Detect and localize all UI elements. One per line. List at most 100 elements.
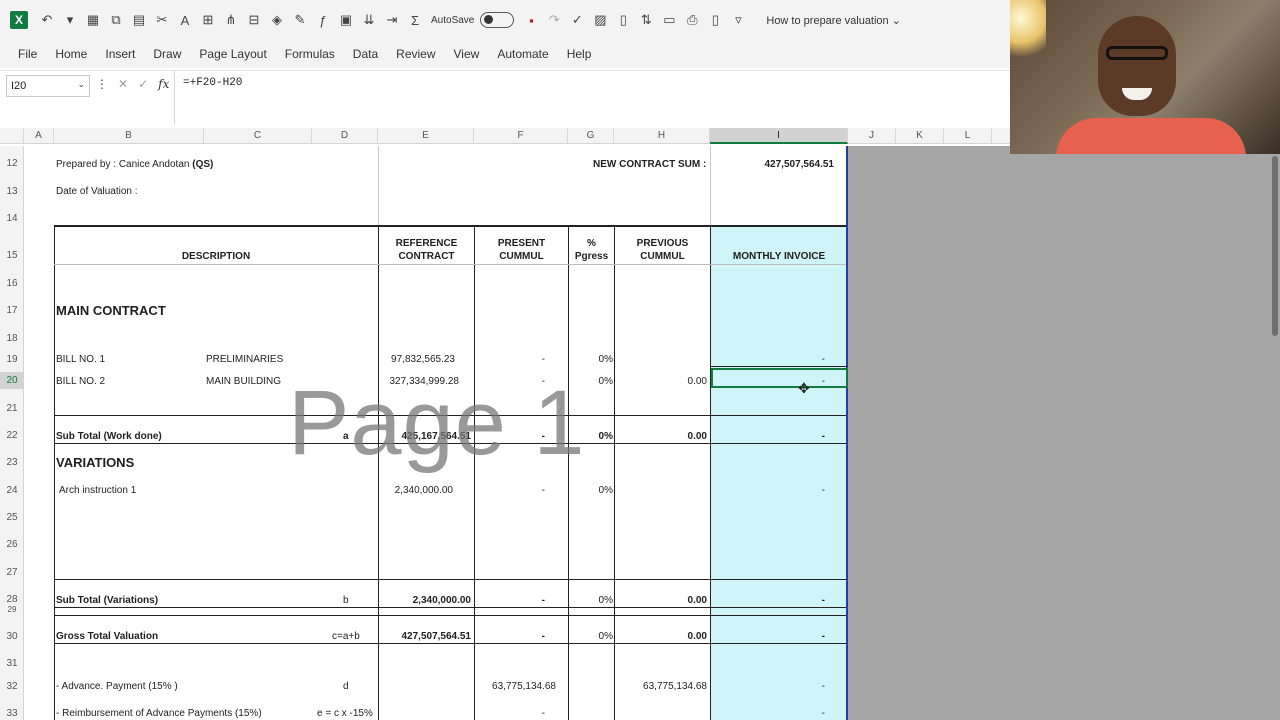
- bill1-pct[interactable]: 0%: [569, 354, 613, 365]
- tab-review[interactable]: Review: [396, 47, 435, 61]
- row-header[interactable]: 18: [0, 333, 24, 344]
- prepared-by-cell[interactable]: Prepared by : Canice Andotan (QS): [56, 159, 213, 170]
- row-header[interactable]: 32: [0, 681, 24, 692]
- tab-help[interactable]: Help: [567, 47, 592, 61]
- autosum-icon[interactable]: Σ: [404, 9, 426, 31]
- advance-payment-previous[interactable]: 63,775,134.68: [615, 681, 707, 692]
- delete-cells-icon[interactable]: ⊟: [243, 9, 265, 31]
- bill2-name[interactable]: MAIN BUILDING: [206, 376, 281, 387]
- row-header[interactable]: 19: [0, 354, 24, 365]
- row-header[interactable]: 22: [0, 430, 24, 441]
- bill2-previous[interactable]: 0.00: [615, 376, 707, 387]
- arch-instruction-monthly[interactable]: -: [711, 485, 825, 496]
- row-header[interactable]: 31: [0, 658, 24, 669]
- copy-icon[interactable]: ⧉: [105, 9, 127, 31]
- name-box[interactable]: I20 ⌄: [6, 75, 90, 97]
- tab-page-layout[interactable]: Page Layout: [199, 47, 266, 61]
- more-options-icon[interactable]: ⋮: [96, 77, 108, 91]
- advance-payment-label[interactable]: - Advance. Payment (15% ): [56, 681, 178, 692]
- chart-icon[interactable]: ▣: [335, 9, 357, 31]
- gross-total-label[interactable]: Gross Total Valuation: [56, 631, 158, 642]
- bill1-name[interactable]: PRELIMINARIES: [206, 354, 283, 365]
- tab-view[interactable]: View: [454, 47, 480, 61]
- subtotal-variations-pct[interactable]: 0%: [569, 595, 613, 606]
- tab-automate[interactable]: Automate: [497, 47, 548, 61]
- merge-icon[interactable]: ⊞: [197, 9, 219, 31]
- advance-payment-monthly[interactable]: -: [711, 681, 825, 692]
- tab-draw[interactable]: Draw: [153, 47, 181, 61]
- clear-format-icon[interactable]: ▤: [128, 9, 150, 31]
- header-reference-2[interactable]: CONTRACT: [379, 251, 474, 262]
- gross-total-previous[interactable]: 0.00: [615, 631, 707, 642]
- gross-total-present[interactable]: -: [475, 631, 545, 642]
- column-header[interactable]: K: [896, 128, 944, 144]
- formula-input[interactable]: =+F20-H20: [174, 71, 1010, 125]
- gross-total-reference[interactable]: 427,507,564.51: [379, 631, 471, 642]
- row-header[interactable]: 26: [0, 539, 24, 550]
- header-monthly-invoice[interactable]: MONTHLY INVOICE: [711, 251, 847, 262]
- row-header[interactable]: 17: [0, 305, 24, 316]
- bill1-monthly[interactable]: -: [711, 354, 825, 365]
- column-header[interactable]: H: [614, 128, 710, 144]
- row-header[interactable]: 16: [0, 278, 24, 289]
- row-header[interactable]: 29: [0, 605, 24, 614]
- row-header[interactable]: 21: [0, 403, 24, 414]
- print-preview-icon[interactable]: ▯: [704, 9, 726, 31]
- header-previous-2[interactable]: CUMMUL: [615, 251, 710, 262]
- arch-instruction-label[interactable]: Arch instruction 1: [59, 485, 136, 496]
- open-folder-icon[interactable]: ▭: [658, 9, 680, 31]
- column-header[interactable]: E: [378, 128, 474, 144]
- print-icon[interactable]: ⎙: [681, 9, 703, 31]
- column-header[interactable]: G: [568, 128, 614, 144]
- bill2-number[interactable]: BILL NO. 2: [56, 376, 105, 387]
- subtotal-work-monthly[interactable]: -: [711, 431, 825, 442]
- autosave-toggle[interactable]: [480, 12, 515, 28]
- row-header[interactable]: 14: [0, 213, 24, 224]
- row-header[interactable]: 25: [0, 512, 24, 523]
- arch-instruction-present[interactable]: -: [475, 485, 545, 496]
- save-icon[interactable]: ▪: [520, 9, 542, 31]
- clear-icon[interactable]: A: [174, 9, 196, 31]
- row-header[interactable]: 12: [0, 158, 24, 169]
- tab-formulas[interactable]: Formulas: [285, 47, 335, 61]
- bill1-number[interactable]: BILL NO. 1: [56, 354, 105, 365]
- new-contract-label[interactable]: NEW CONTRACT SUM :: [593, 159, 706, 170]
- column-header-selected[interactable]: I: [710, 128, 848, 144]
- row-header[interactable]: 27: [0, 567, 24, 578]
- row-header[interactable]: 28: [0, 594, 24, 605]
- cancel-icon[interactable]: ✕: [118, 77, 128, 91]
- subtotal-variations-previous[interactable]: 0.00: [615, 595, 707, 606]
- undo-dropdown-icon[interactable]: ▾: [59, 9, 81, 31]
- arch-instruction-pct[interactable]: 0%: [569, 485, 613, 496]
- variations-heading[interactable]: VARIATIONS: [56, 455, 134, 470]
- column-header[interactable]: L: [944, 128, 992, 144]
- bill1-present[interactable]: -: [475, 354, 545, 365]
- row-header[interactable]: 30: [0, 631, 24, 642]
- row-header[interactable]: 13: [0, 186, 24, 197]
- tab-data[interactable]: Data: [353, 47, 378, 61]
- new-contract-value[interactable]: 427,507,564.51: [712, 159, 834, 170]
- reimbursement-code[interactable]: e = c x -15%: [317, 708, 373, 719]
- column-header[interactable]: F: [474, 128, 568, 144]
- subtotal-variations-reference[interactable]: 2,340,000.00: [379, 595, 471, 606]
- customize-toolbar-icon[interactable]: ▿: [727, 9, 749, 31]
- column-header[interactable]: J: [848, 128, 896, 144]
- subtotal-work-label[interactable]: Sub Total (Work done): [56, 431, 162, 442]
- header-pct-2[interactable]: Pgress: [569, 251, 614, 262]
- main-contract-heading[interactable]: MAIN CONTRACT: [56, 303, 166, 318]
- subtotal-variations-code[interactable]: b: [343, 595, 349, 606]
- column-header[interactable]: D: [312, 128, 378, 144]
- insert-function-icon[interactable]: ƒ: [312, 9, 334, 31]
- format-painter-icon[interactable]: ✎: [289, 9, 311, 31]
- tab-home[interactable]: Home: [55, 47, 87, 61]
- row-header[interactable]: 15: [0, 250, 24, 261]
- row-header[interactable]: 33: [0, 708, 24, 719]
- tab-insert[interactable]: Insert: [105, 47, 135, 61]
- row-header-selected[interactable]: 20: [0, 372, 24, 389]
- document-title[interactable]: How to prepare valuation ⌄: [766, 14, 901, 27]
- select-all-corner[interactable]: [0, 128, 24, 144]
- advance-payment-present[interactable]: 63,775,134.68: [475, 681, 556, 692]
- spelling-icon[interactable]: ✓: [566, 9, 588, 31]
- date-of-valuation-label[interactable]: Date of Valuation :: [56, 186, 138, 197]
- header-description[interactable]: DESCRIPTION: [55, 251, 377, 262]
